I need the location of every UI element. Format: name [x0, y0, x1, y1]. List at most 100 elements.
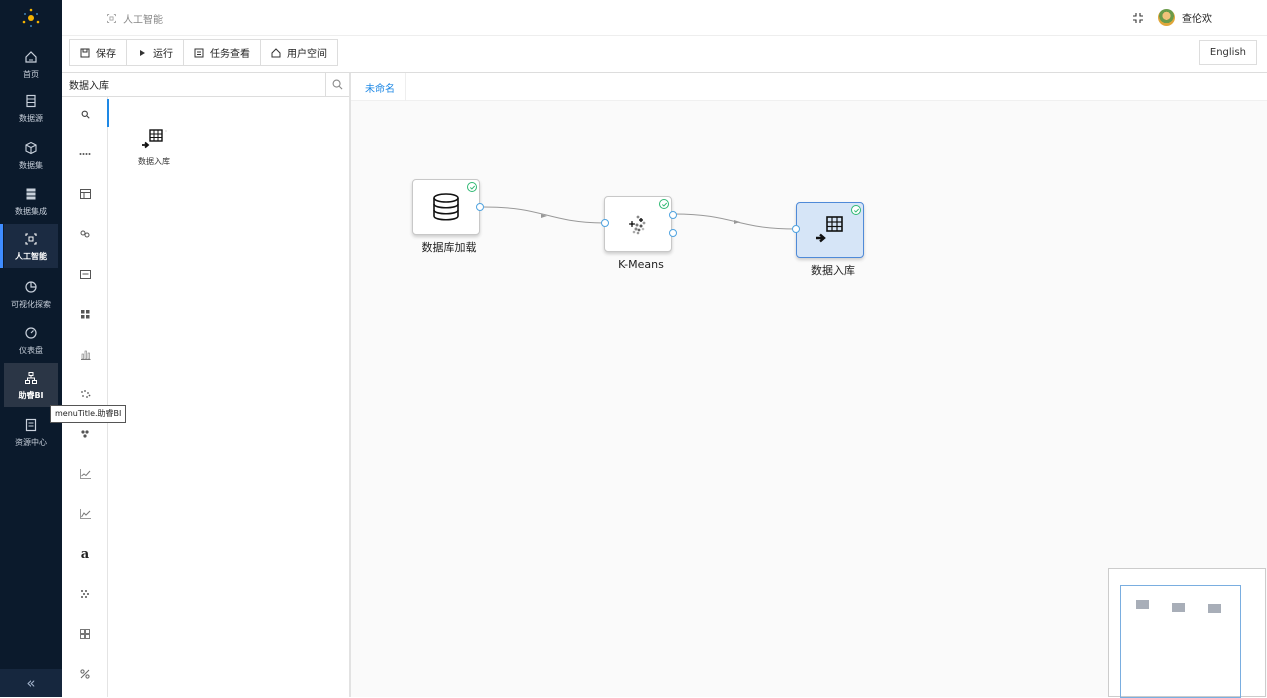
component-category-list: a [62, 97, 109, 697]
nav-item-bi[interactable]: 助睿BI [4, 363, 58, 407]
user-menu[interactable]: 查伦欢 [1158, 9, 1212, 26]
success-check-icon [851, 205, 861, 215]
table-icon [79, 189, 91, 199]
nav-item-dashboard[interactable]: 仪表盘 [4, 318, 58, 362]
ai-icon [23, 231, 39, 247]
dots-icon [79, 153, 91, 155]
user-space-label: 用户空间 [287, 49, 327, 60]
node-label: 数据库加载 [421, 241, 477, 254]
percent-icon [80, 669, 90, 679]
save-label: 保存 [96, 49, 116, 60]
app-logo[interactable] [0, 0, 62, 36]
org-chart-icon [23, 370, 39, 386]
node-data-import[interactable] [796, 202, 864, 258]
success-check-icon [467, 182, 477, 192]
category-dots[interactable] [62, 139, 108, 169]
nav-item-label: 首页 [23, 69, 39, 79]
home-icon [271, 47, 281, 57]
save-icon [80, 48, 90, 57]
nav-item-label: 资源中心 [15, 437, 47, 447]
nav-item-label: 数据集成 [15, 206, 47, 216]
kmeans-icon [629, 215, 646, 235]
input-port[interactable] [601, 219, 609, 227]
component-panel: a 数据入库 [62, 73, 351, 697]
area-chart-icon [79, 509, 91, 519]
search-button[interactable] [325, 73, 349, 96]
avatar [1158, 9, 1175, 26]
save-button[interactable]: 保存 [69, 39, 127, 66]
pattern-icon [81, 590, 89, 598]
breadcrumb: 人工智能 [106, 11, 163, 26]
nav-item-ai[interactable]: 人工智能 [0, 224, 58, 268]
table-import-icon [816, 216, 843, 243]
pie-chart-icon [23, 279, 39, 295]
category-search[interactable] [62, 99, 109, 129]
category-link[interactable] [62, 219, 108, 249]
nav-item-label: 数据集 [19, 160, 43, 170]
nav-item-home[interactable]: 首页 [4, 42, 58, 86]
output-port[interactable] [669, 211, 677, 219]
database-icon [23, 93, 39, 109]
nav-item-data-integration[interactable]: 数据集成 [4, 179, 58, 223]
category-card[interactable] [62, 259, 108, 289]
output-port[interactable] [669, 229, 677, 237]
node-database-load[interactable] [412, 179, 480, 235]
search-icon [332, 79, 343, 90]
language-switch-button[interactable]: English [1198, 40, 1257, 65]
database-icon [433, 193, 459, 221]
component-search [62, 73, 349, 97]
component-search-input[interactable] [62, 73, 326, 96]
username: 查伦欢 [1182, 14, 1212, 25]
top-header: 人工智能 查伦欢 [62, 0, 1267, 36]
fullscreen-icon[interactable] [1132, 12, 1144, 24]
category-area[interactable] [62, 499, 108, 529]
component-item-data-import[interactable]: 数据入库 [134, 128, 174, 167]
node-label: K-Means [618, 258, 664, 271]
minimap[interactable] [1108, 568, 1266, 698]
category-pattern[interactable] [62, 579, 108, 609]
category-cells[interactable] [62, 619, 108, 649]
category-bars[interactable] [62, 339, 108, 369]
header-user-area: 查伦欢 [1132, 9, 1212, 26]
category-grid[interactable] [62, 299, 108, 329]
breadcrumb-label: 人工智能 [123, 15, 163, 26]
stack-icon [23, 186, 39, 202]
task-view-label: 任务查看 [210, 49, 250, 60]
category-percent[interactable] [62, 659, 108, 689]
run-label: 运行 [153, 49, 173, 60]
node-label: 数据入库 [811, 264, 855, 277]
node-kmeans[interactable] [604, 196, 672, 252]
tab-untitled[interactable]: 未命名 [355, 73, 406, 101]
minimap-node [1172, 603, 1185, 612]
nav-item-label: 助睿BI [18, 390, 44, 400]
output-port[interactable] [476, 203, 484, 211]
toolbar: 保存 运行 任务查看 用户空间 English [62, 36, 1267, 73]
book-icon [23, 417, 39, 433]
minimap-node [1208, 604, 1221, 613]
nav-item-visual-explore[interactable]: 可视化探索 [4, 272, 58, 316]
link-icon [80, 230, 90, 238]
user-space-button[interactable]: 用户空间 [260, 39, 338, 66]
nav-item-datasource[interactable]: 数据源 [4, 86, 58, 130]
nav-tooltip: menuTitle.助睿BI [50, 405, 127, 423]
bar-chart-icon [80, 350, 90, 360]
cube-icon [23, 140, 39, 156]
run-button[interactable]: 运行 [126, 39, 184, 66]
nav-item-label: 数据源 [19, 113, 43, 123]
task-view-button[interactable]: 任务查看 [183, 39, 261, 66]
nav-item-dataset[interactable]: 数据集 [4, 133, 58, 177]
category-line[interactable] [62, 459, 108, 489]
input-port[interactable] [792, 225, 800, 233]
collapse-nav-button[interactable]: « [0, 669, 62, 697]
category-text[interactable]: a [62, 539, 108, 569]
minimap-node [1136, 600, 1149, 609]
category-cluster[interactable] [62, 419, 108, 449]
gauge-icon [23, 325, 39, 341]
canvas-tabs: 未命名 [351, 73, 1267, 101]
ai-icon [107, 14, 116, 23]
cluster-icon [81, 430, 89, 438]
line-chart-icon [79, 469, 91, 479]
card-icon [79, 269, 91, 279]
category-table[interactable] [62, 179, 108, 209]
nav-item-label: 人工智能 [15, 251, 47, 261]
